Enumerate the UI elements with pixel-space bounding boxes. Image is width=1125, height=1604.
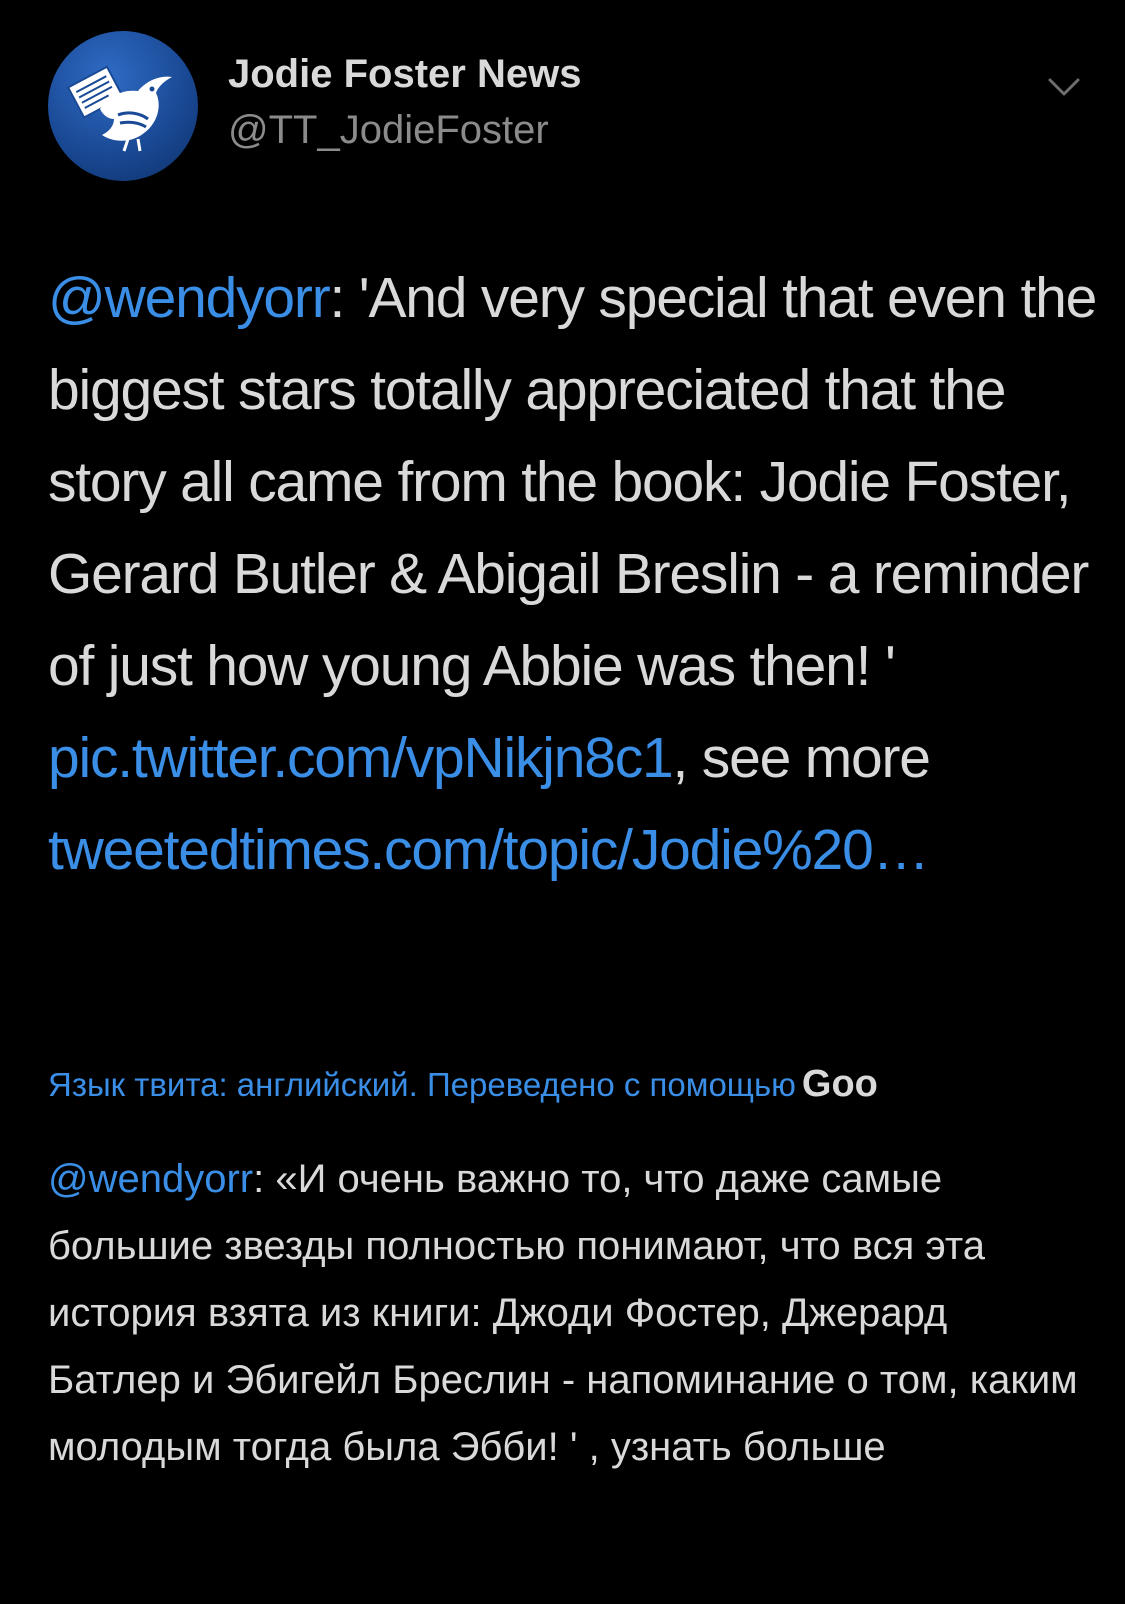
mention-link[interactable]: @wendyorr: [48, 266, 331, 330]
account-handle[interactable]: @TT_JodieFoster: [228, 108, 549, 153]
chevron-down-icon[interactable]: [1044, 72, 1084, 102]
tweet-see-more-text: , see more: [672, 726, 931, 790]
pic-link[interactable]: pic.twitter.com/vpNikjn8c1: [48, 726, 674, 790]
bird-newspaper-logo-icon: [66, 65, 172, 152]
see-more-link[interactable]: tweetedtimes.com/topic/Jodie%20…: [48, 818, 930, 882]
translation-note-text: Язык твита: английский. Переведено с пом…: [48, 1066, 796, 1103]
translated-text: @wendyorr: «И очень важно то, что даже с…: [48, 1146, 1088, 1481]
google-logo: Goo: [801, 1063, 878, 1105]
translated-mention-link[interactable]: @wendyorr: [48, 1157, 253, 1201]
avatar[interactable]: [48, 31, 198, 181]
tweet-body-text: : 'And very special that even the bigges…: [48, 266, 1097, 698]
display-name[interactable]: Jodie Foster News: [228, 52, 581, 97]
tweet-text: @wendyorr: 'And very special that even t…: [48, 252, 1108, 896]
translation-note[interactable]: Язык твита: английский. Переведено с пом…: [48, 1058, 1083, 1111]
tweet-header: Jodie Foster News @TT_JodieFoster: [0, 0, 1125, 200]
translated-body-text: : «И очень важно то, что даже самые боль…: [48, 1157, 1078, 1469]
